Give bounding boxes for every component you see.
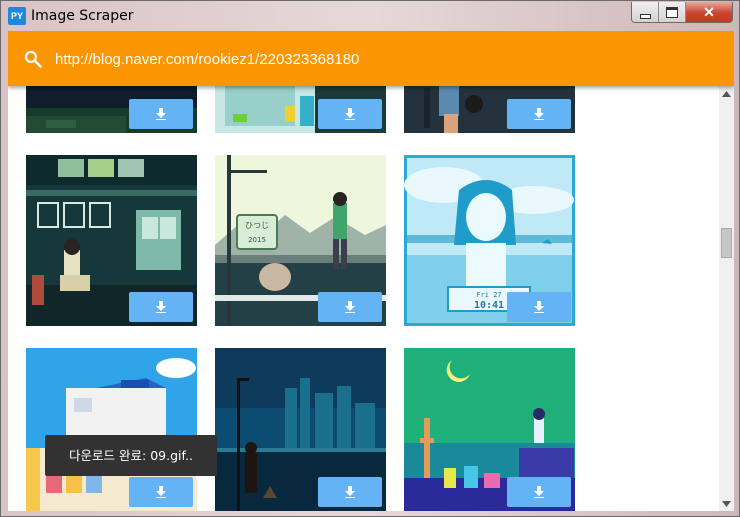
chevron-down-icon [722, 500, 731, 507]
download-button[interactable] [318, 477, 382, 507]
image-tile[interactable] [26, 86, 197, 133]
download-icon [534, 486, 544, 498]
app-icon: PY [8, 7, 26, 25]
image-tile[interactable]: ひつじ 2015 [215, 155, 386, 326]
minimize-icon [639, 13, 651, 19]
maximize-button[interactable] [659, 2, 686, 22]
image-tile[interactable] [26, 155, 197, 326]
url-bar [8, 31, 734, 86]
close-icon: ✕ [703, 4, 715, 20]
phone-clock-date: Fri 27 [476, 291, 501, 299]
download-icon [345, 301, 355, 313]
download-button[interactable] [318, 292, 382, 322]
scroll-down-arrow[interactable] [719, 496, 734, 511]
bus-stop-sign-top: ひつじ [245, 221, 269, 230]
image-tile[interactable] [215, 86, 386, 133]
download-button[interactable] [507, 477, 571, 507]
maximize-icon [666, 6, 678, 18]
scroll-up-arrow[interactable] [719, 86, 734, 101]
image-tile[interactable] [404, 86, 575, 133]
vertical-scrollbar[interactable] [719, 86, 734, 511]
window-controls: ✕ [631, 2, 733, 23]
download-button[interactable] [129, 99, 193, 129]
download-icon [345, 108, 355, 120]
title-bar[interactable]: PY Image Scraper ✕ [1, 1, 739, 31]
image-tile[interactable] [26, 348, 197, 511]
download-button[interactable] [507, 99, 571, 129]
chevron-up-icon [722, 90, 731, 97]
image-tile[interactable] [404, 348, 575, 511]
app-window: PY Image Scraper ✕ http://blog.naver.com… [0, 0, 740, 517]
bus-stop-sign-year: 2015 [248, 236, 266, 244]
phone-clock-time: 10:41 [474, 300, 504, 311]
url-input[interactable] [55, 47, 655, 71]
close-button[interactable]: ✕ [686, 2, 732, 22]
download-icon [345, 486, 355, 498]
download-toast: 다운로드 완료: 09.gif.. [45, 435, 217, 476]
minimize-button[interactable] [632, 2, 659, 22]
image-tile[interactable] [215, 348, 386, 511]
image-tile[interactable]: Fri 27 10:41 [404, 155, 575, 326]
download-icon [156, 486, 166, 498]
download-button[interactable] [129, 477, 193, 507]
search-icon[interactable] [23, 49, 43, 69]
window-title: Image Scraper [31, 8, 134, 24]
download-icon [156, 108, 166, 120]
scrollbar-thumb[interactable] [721, 228, 732, 258]
download-icon [156, 301, 166, 313]
download-button[interactable] [318, 99, 382, 129]
download-button[interactable] [507, 292, 571, 322]
download-icon [534, 108, 544, 120]
download-icon [534, 301, 544, 313]
download-button[interactable] [129, 292, 193, 322]
